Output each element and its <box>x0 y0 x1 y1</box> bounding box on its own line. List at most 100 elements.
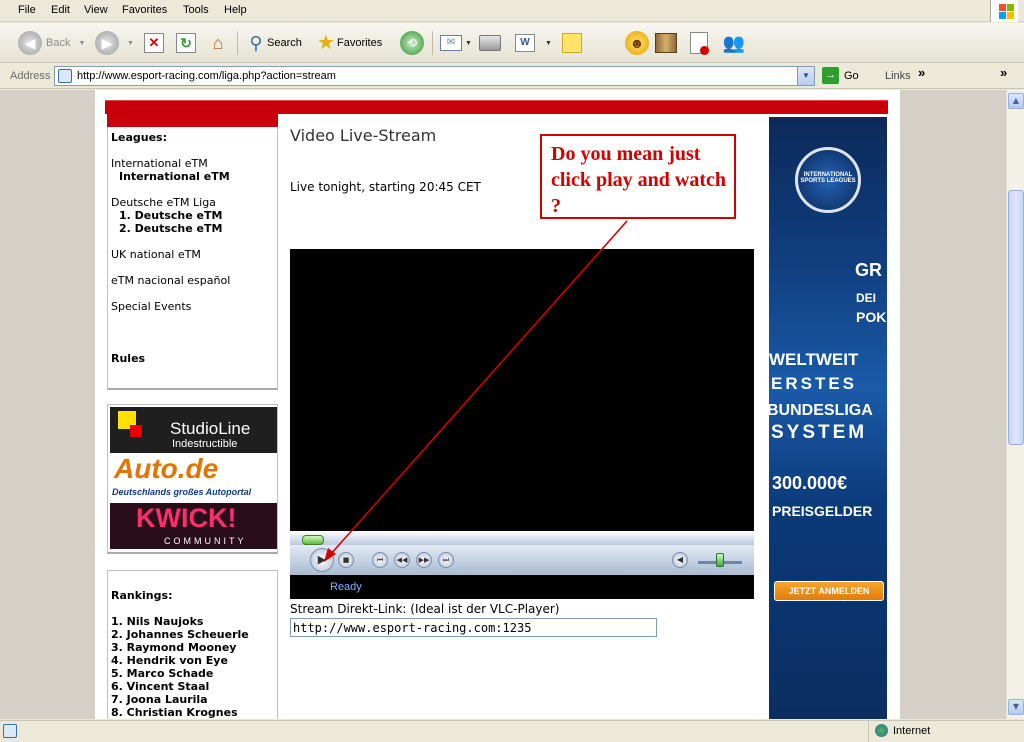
auto-de-logo: Auto.de <box>114 455 219 484</box>
web-page: Leagues: International eTM International… <box>95 90 900 719</box>
menu-edit[interactable]: Edit <box>51 4 70 16</box>
media-button[interactable] <box>655 29 677 57</box>
fast-forward-button[interactable]: ▶▶ <box>416 552 432 568</box>
mute-icon[interactable]: ◀ <box>672 552 688 568</box>
league-link-1-deutsche[interactable]: 1. Deutsche eTM <box>119 209 222 222</box>
rankings-box: Rankings: 1. Nils Naujoks 2. Johannes Sc… <box>107 570 278 719</box>
studioline-tagline: Indestructible <box>172 438 238 450</box>
header-red-bar <box>105 100 888 114</box>
ad-line: WELTWEIT <box>769 350 859 369</box>
home-icon: ⌂ <box>212 33 224 53</box>
player-controls: ▶ ■ ⏮ ◀◀ ▶▶ ⏭ ◀ <box>290 545 754 575</box>
research-button[interactable] <box>690 29 709 57</box>
refresh-icon: ↻ <box>176 33 196 53</box>
ranking-row[interactable]: 5. Marco Schade <box>111 667 213 680</box>
volume-slider[interactable] <box>716 553 724 567</box>
mail-button[interactable]: ✉ ▼ <box>440 29 472 57</box>
scroll-up-icon[interactable]: ▲ <box>1008 93 1024 109</box>
menu-help[interactable]: Help <box>224 4 247 16</box>
seek-bar[interactable] <box>290 531 754 545</box>
annotation-callout: Do you mean just click play and watch ? <box>540 134 736 219</box>
forward-dropdown-icon[interactable]: ▼ <box>127 40 134 47</box>
ranking-row[interactable]: 6. Vincent Staal <box>111 680 209 693</box>
stream-link-input[interactable] <box>290 618 657 637</box>
video-area[interactable] <box>290 249 754 531</box>
links-chevron-icon[interactable]: » <box>918 65 925 80</box>
auto-de-banner[interactable]: Auto.de Deutschlands großes Autoportal <box>110 455 277 501</box>
scroll-thumb[interactable] <box>1008 190 1024 445</box>
league-link-espanol[interactable]: eTM nacional español <box>111 274 230 287</box>
previous-button[interactable]: ⏮ <box>372 552 388 568</box>
forward-arrow-icon: ▶ <box>95 31 119 55</box>
go-button[interactable]: → Go <box>822 67 859 84</box>
zone-label: Internet <box>893 725 931 737</box>
seek-handle[interactable] <box>302 535 324 545</box>
league-link-2-deutsche[interactable]: 2. Deutsche eTM <box>119 222 222 235</box>
league-link-international-etm[interactable]: International eTM <box>119 170 230 183</box>
history-button[interactable]: ⟲ <box>400 29 428 57</box>
ad-line: SYSTEM <box>771 422 868 443</box>
standard-toolbar: ◀ Back ▼ ▶ ▼ ✕ ↻ ⌂ ⚲ Search ★ Favorites … <box>0 23 1024 63</box>
register-now-button[interactable]: JETZT ANMELDEN <box>774 581 884 601</box>
menu-tools[interactable]: Tools <box>183 4 209 16</box>
scroll-down-icon[interactable]: ▼ <box>1008 699 1024 715</box>
address-label: Address <box>10 70 51 82</box>
player-status-bar: Ready <box>290 575 754 599</box>
edit-dropdown-icon[interactable]: ▼ <box>545 40 552 47</box>
toolbar-chevron-icon[interactable]: » <box>1000 65 1007 80</box>
address-input[interactable]: http://www.esport-racing.com/liga.php?ac… <box>54 66 815 86</box>
mail-icon: ✉ <box>440 35 462 51</box>
rewind-button[interactable]: ◀◀ <box>394 552 410 568</box>
messenger-button[interactable]: 👥 <box>722 29 746 57</box>
menu-file[interactable]: File <box>18 4 36 16</box>
play-button[interactable]: ▶ <box>310 548 334 572</box>
ad-line: PREISGELDER <box>772 503 873 519</box>
back-dropdown-icon[interactable]: ▼ <box>78 40 85 47</box>
address-dropdown-icon[interactable]: ▼ <box>797 67 814 85</box>
address-url: http://www.esport-racing.com/liga.php?ac… <box>77 70 336 82</box>
studioline-banner[interactable]: StudioLine Indestructible <box>110 407 277 453</box>
ranking-row[interactable]: 3. Raymond Mooney <box>111 641 236 654</box>
player-status-text: Ready <box>330 581 362 593</box>
stop-button[interactable]: ✕ <box>144 29 164 57</box>
league-link-deutsche[interactable]: Deutsche eTM Liga <box>111 196 216 209</box>
forward-button[interactable]: ▶ ▼ <box>95 29 134 57</box>
ranking-row[interactable]: 8. Christian Krognes <box>111 706 238 719</box>
refresh-button[interactable]: ↻ <box>176 29 196 57</box>
media-player: ▶ ■ ⏮ ◀◀ ▶▶ ⏭ ◀ Ready <box>290 249 754 599</box>
messenger-smiley-button[interactable]: ☻ <box>625 29 653 57</box>
kwick-banner[interactable]: KWICK! COMMUNITY <box>110 503 277 549</box>
discuss-button[interactable] <box>562 29 582 57</box>
league-link-uk[interactable]: UK national eTM <box>111 248 201 261</box>
live-schedule-text: Live tonight, starting 20:45 CET <box>290 180 481 194</box>
menu-favorites[interactable]: Favorites <box>122 4 167 16</box>
printer-icon <box>479 35 501 51</box>
vertical-scrollbar[interactable]: ▲ ▼ <box>1006 90 1024 719</box>
ranking-row[interactable]: 4. Hendrik von Eye <box>111 654 228 667</box>
ranking-row[interactable]: 7. Joona Laurila <box>111 693 208 706</box>
security-zone: Internet <box>868 721 1024 742</box>
league-link-international[interactable]: International eTM <box>111 157 208 170</box>
ranking-row[interactable]: 1. Nils Naujoks <box>111 615 203 628</box>
advertisement-banner[interactable]: INTERNATIONAL SPORTS LEAGUES GR DEI POK … <box>769 117 887 719</box>
print-button[interactable] <box>479 29 501 57</box>
leagues-header-bar <box>107 113 278 127</box>
links-toolbar[interactable]: Links <box>885 70 911 82</box>
mail-dropdown-icon[interactable]: ▼ <box>465 40 472 47</box>
search-button[interactable]: ⚲ Search <box>245 29 301 57</box>
stop-media-button[interactable]: ■ <box>338 552 354 568</box>
back-button[interactable]: ◀ Back ▼ <box>18 29 85 57</box>
address-bar: Address http://www.esport-racing.com/lig… <box>0 64 1024 89</box>
menu-view[interactable]: View <box>84 4 108 16</box>
rules-link[interactable]: Rules <box>111 352 145 365</box>
favorites-button[interactable]: ★ Favorites <box>315 29 382 57</box>
next-button[interactable]: ⏭ <box>438 552 454 568</box>
ranking-row[interactable]: 2. Johannes Scheuerle <box>111 628 249 641</box>
star-icon: ★ <box>317 32 335 54</box>
home-button[interactable]: ⌂ <box>207 29 229 57</box>
search-icon: ⚲ <box>249 33 263 53</box>
document-icon <box>690 32 709 55</box>
edit-word-button[interactable]: W ▼ <box>515 29 552 57</box>
league-link-special-events[interactable]: Special Events <box>111 300 191 313</box>
windows-logo-icon <box>990 0 1018 22</box>
